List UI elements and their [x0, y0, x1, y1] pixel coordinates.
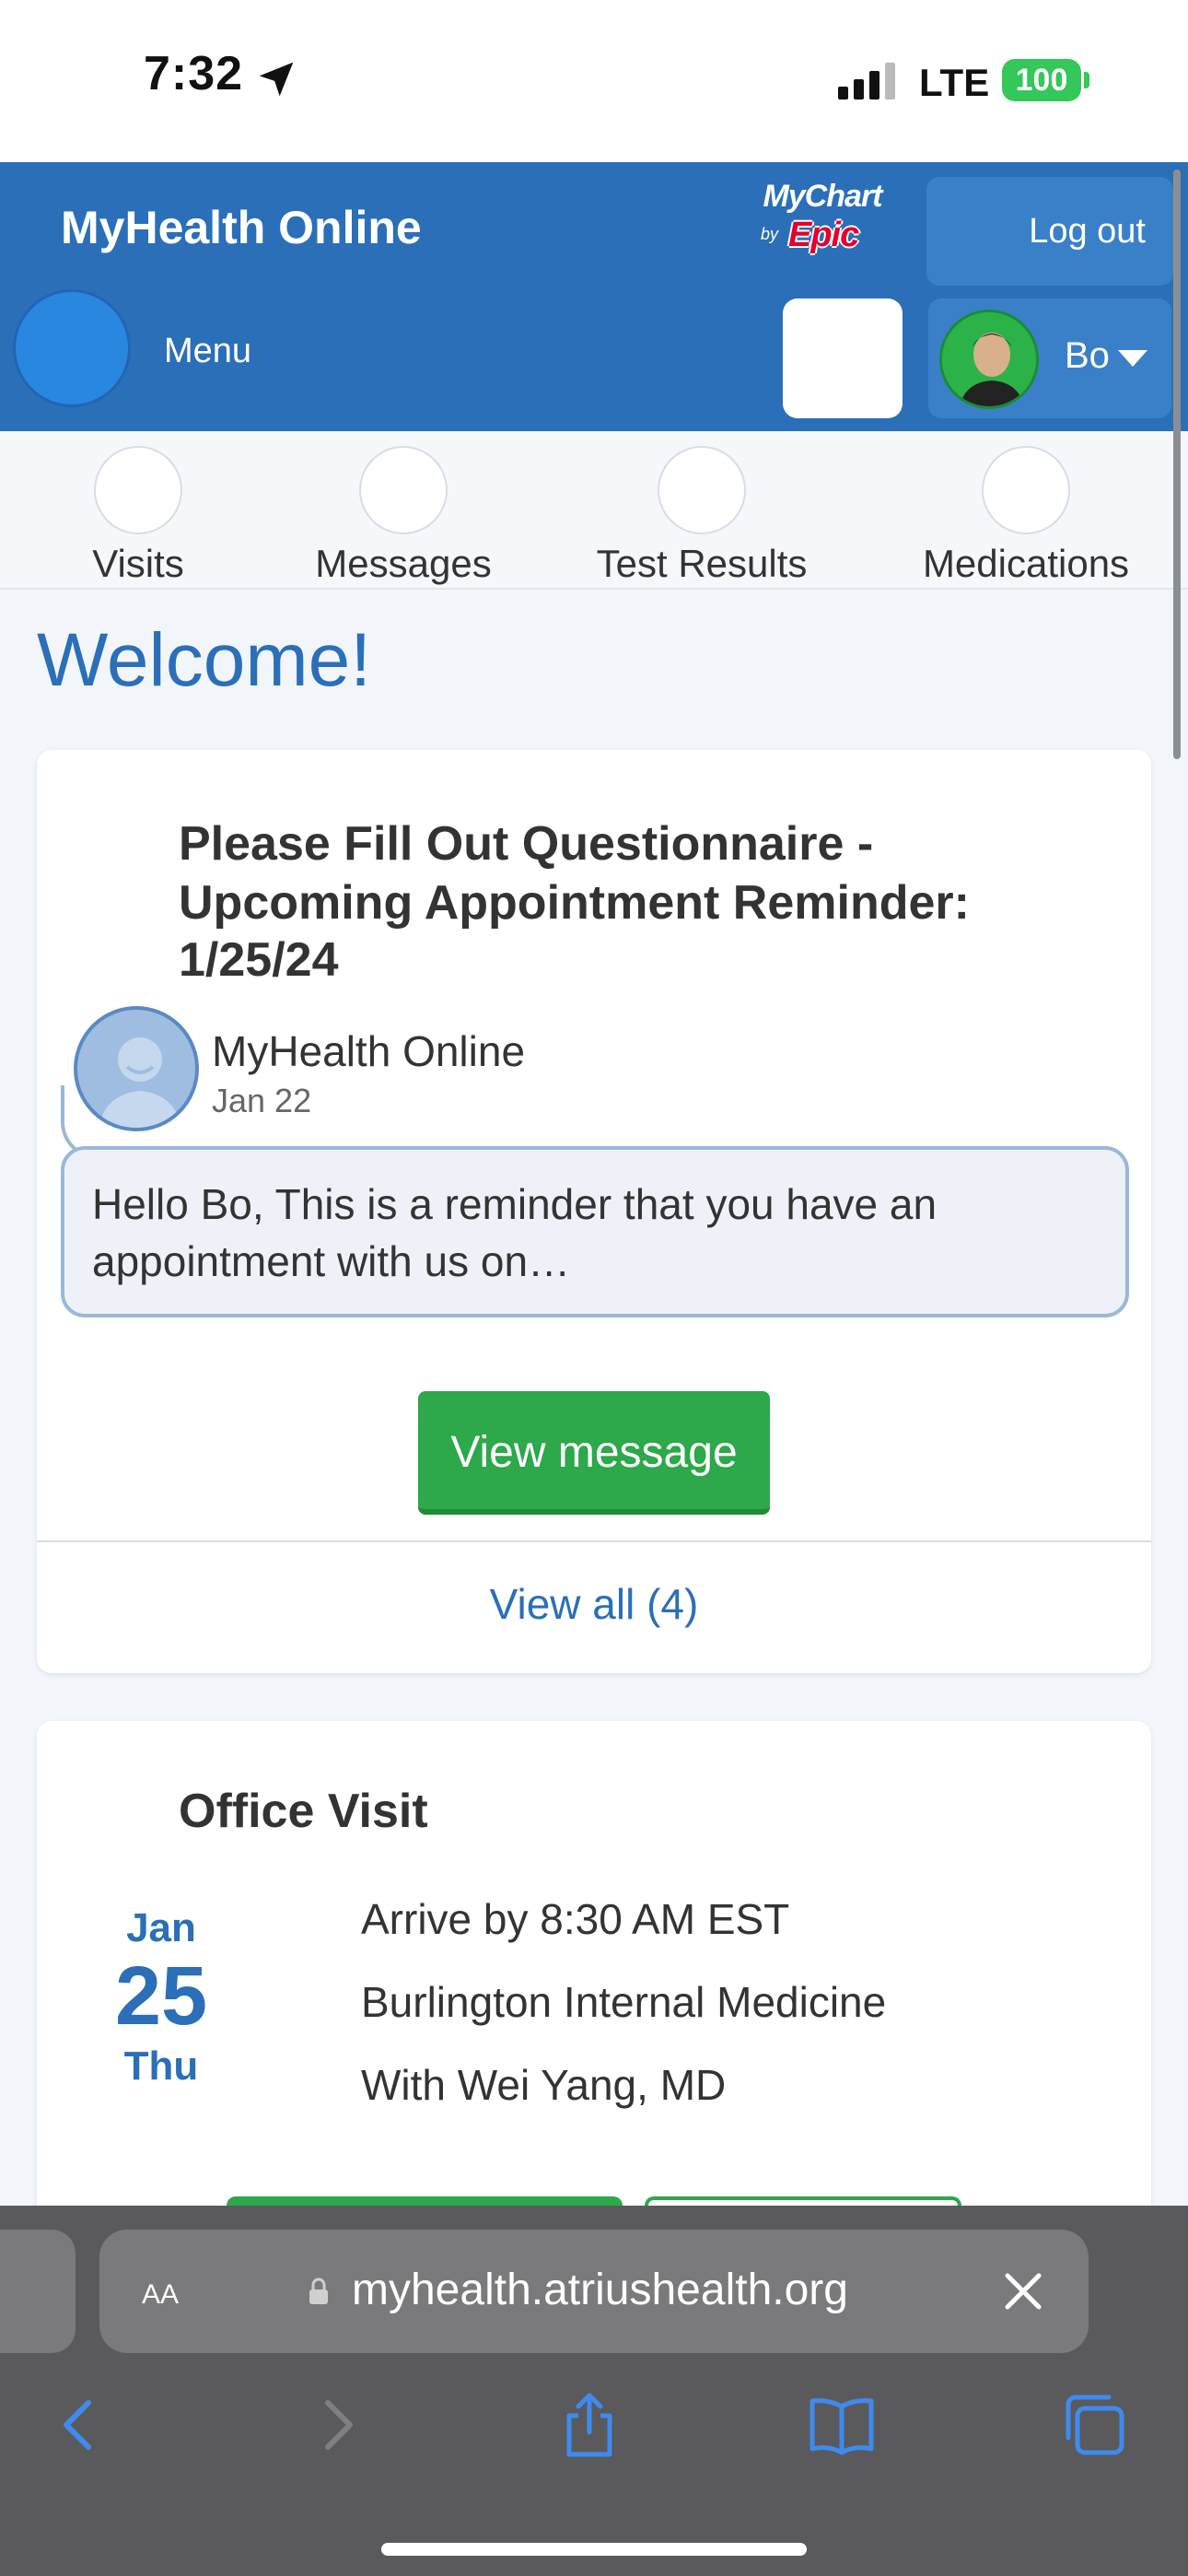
quick-nav-label: Test Results — [596, 542, 808, 585]
quick-nav-medications[interactable]: Medications — [906, 446, 1146, 586]
message-preview-line1: Hello Bo, This is a reminder that you ha… — [92, 1180, 938, 1228]
visit-location: Burlington Internal Medicine — [361, 1978, 887, 2026]
battery-tip — [1084, 72, 1089, 88]
message-preview[interactable]: Hello Bo, This is a reminder that you ha… — [61, 1146, 1129, 1317]
messages-icon — [359, 446, 448, 534]
app-title: MyHealth Online — [61, 202, 422, 253]
view-all-link[interactable]: View all (4) — [0, 1579, 1188, 1629]
visits-icon — [94, 446, 182, 534]
message-sender: MyHealth Online — [212, 1027, 526, 1075]
text-size-button[interactable]: AA — [142, 2268, 179, 2313]
visit-weekday: Thu — [123, 2043, 199, 2089]
person-silhouette-icon — [99, 1037, 181, 1128]
quick-nav-messages[interactable]: Messages — [311, 446, 495, 586]
home-indicator — [381, 2543, 807, 2556]
quick-nav-visits[interactable]: Visits — [83, 446, 193, 586]
status-time: 7:32 — [144, 47, 244, 100]
logo-mychart-text: MyChart — [763, 179, 882, 214]
cellular-signal-icon — [838, 63, 895, 100]
visit-provider: With Wei Yang, MD — [361, 2061, 727, 2109]
visit-month: Jan — [126, 1905, 196, 1950]
medications-icon — [982, 446, 1070, 534]
quick-nav-label: Messages — [315, 542, 492, 585]
user-photo-icon — [942, 312, 1036, 406]
visit-card[interactable]: Office Visit Jan 25 Thu Arrive by 8:30 A… — [37, 1721, 1151, 2274]
view-message-button[interactable]: View message — [418, 1391, 770, 1515]
battery-indicator: 100 — [1002, 59, 1081, 101]
quick-nav-label: Visits — [92, 542, 184, 585]
logo-by-text: by — [761, 225, 779, 243]
message-date: Jan 22 — [212, 1082, 312, 1119]
user-menu-button[interactable]: Bo — [928, 299, 1171, 418]
visit-day: 25 — [114, 1950, 208, 2043]
tabs-icon[interactable] — [1057, 2388, 1131, 2462]
status-bar: 7:32 LTE 100 — [0, 0, 1188, 162]
menu-icon[interactable] — [13, 289, 131, 407]
chevron-down-icon — [1118, 350, 1147, 367]
bookmarks-icon[interactable] — [805, 2388, 879, 2462]
previous-tab-peek[interactable] — [0, 2230, 76, 2353]
quick-nav-test-results[interactable]: Test Results — [591, 446, 812, 586]
logout-button[interactable]: Log out — [926, 177, 1173, 286]
test-results-icon — [658, 446, 746, 534]
visit-title: Office Visit — [179, 1785, 428, 1838]
close-icon[interactable] — [1000, 2268, 1046, 2314]
scrollbar[interactable] — [1173, 170, 1181, 759]
card-divider — [37, 1540, 1151, 1542]
mychart-epic-logo: MyChart by Epic — [753, 179, 891, 262]
visit-arrive-time: Arrive by 8:30 AM EST — [361, 1895, 790, 1943]
share-icon[interactable] — [553, 2388, 626, 2462]
address-bar[interactable]: AA myhealth.atriushealth.org — [99, 2230, 1089, 2353]
quick-nav-label: Medications — [922, 542, 1130, 585]
location-arrow-icon — [259, 62, 294, 97]
browser-toolbar: AA myhealth.atriushealth.org — [0, 2206, 1188, 2576]
message-card: Please Fill Out Questionnaire - Upcoming… — [37, 750, 1151, 1673]
forward-icon[interactable] — [300, 2388, 374, 2462]
welcome-heading: Welcome! — [37, 618, 372, 702]
message-title-line3: 1/25/24 — [179, 933, 339, 987]
back-icon[interactable] — [42, 2388, 116, 2462]
user-avatar — [939, 310, 1039, 409]
app-header: MyHealth Online MyChart by Epic Log out … — [0, 162, 1188, 431]
text-size-label: AA — [142, 2279, 180, 2310]
header-blank-button[interactable] — [783, 299, 903, 418]
logo-epic-text: Epic — [788, 216, 859, 254]
user-name: Bo — [1065, 335, 1110, 376]
url-text: myhealth.atriushealth.org — [352, 2266, 848, 2314]
sender-avatar-icon — [74, 1006, 199, 1131]
message-title-line2: Upcoming Appointment Reminder: — [179, 876, 970, 930]
message-title-line1: Please Fill Out Questionnaire - — [179, 817, 874, 871]
message-preview-line2: appointment with us on… — [92, 1237, 571, 1285]
quick-nav: Visits Messages Test Results Medications — [0, 431, 1188, 590]
network-type: LTE — [919, 61, 990, 104]
lock-icon — [309, 2277, 328, 2304]
menu-label[interactable]: Menu — [164, 332, 251, 371]
